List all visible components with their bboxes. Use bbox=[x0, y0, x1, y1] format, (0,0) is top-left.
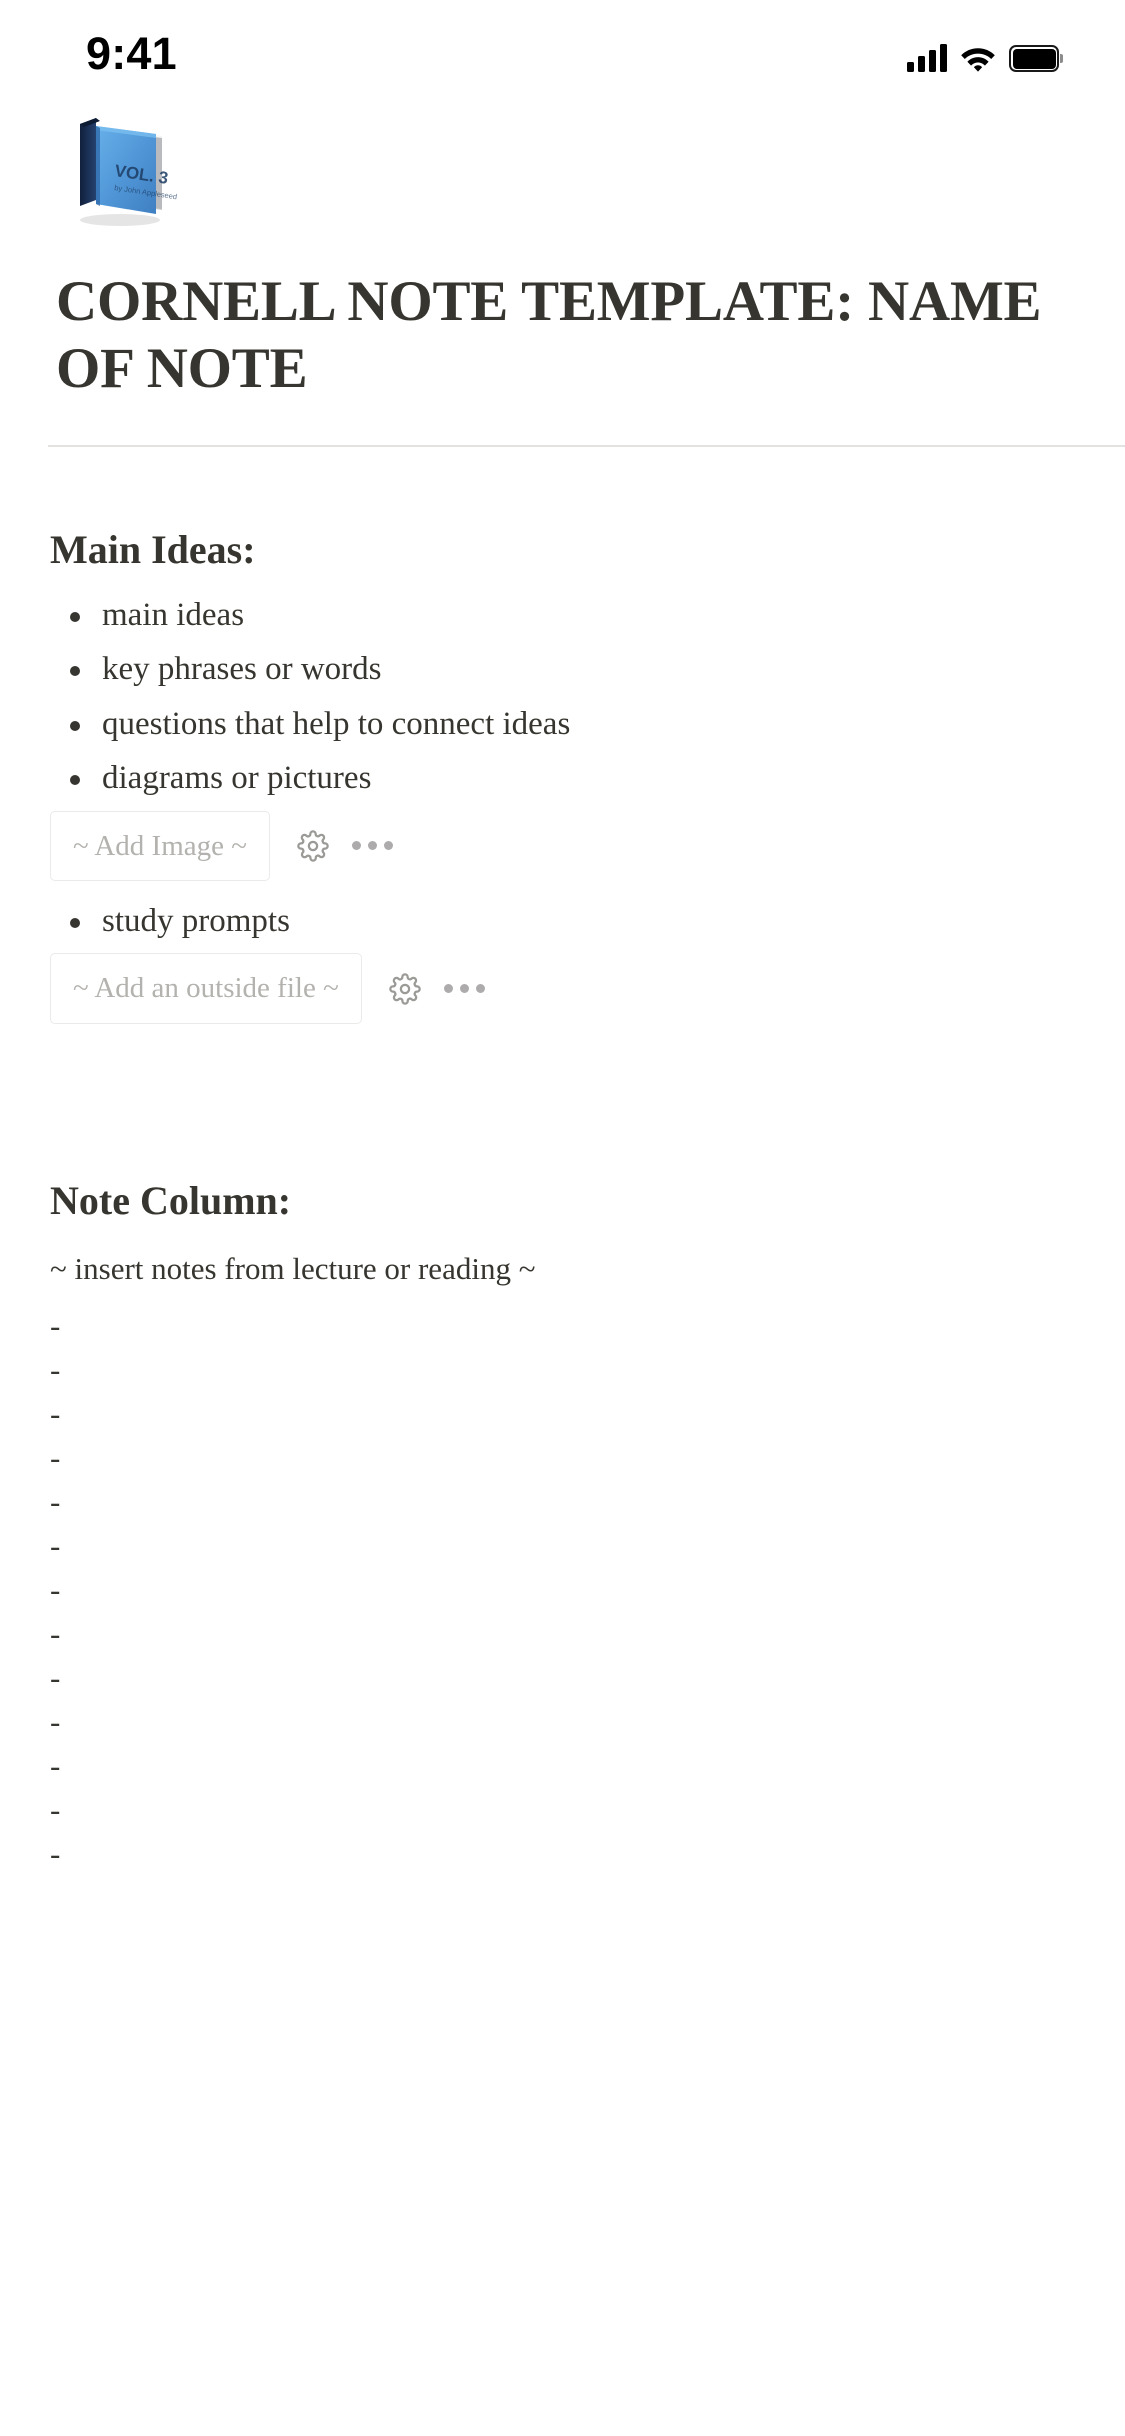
note-line[interactable]: - bbox=[50, 1612, 1125, 1656]
battery-full-icon bbox=[1009, 45, 1063, 72]
list-item[interactable]: key phrases or words bbox=[50, 647, 1125, 692]
note-line[interactable]: - bbox=[50, 1700, 1125, 1744]
add-image-embed-row: ~ Add Image ~ bbox=[50, 810, 1125, 881]
note-page: VOL. 3 by John Appleseed CORNELL NOTE TE… bbox=[0, 104, 1125, 1876]
add-outside-file-placeholder[interactable]: ~ Add an outside file ~ bbox=[50, 953, 362, 1024]
note-line[interactable]: - bbox=[50, 1348, 1125, 1392]
list-item[interactable]: diagrams or pictures bbox=[50, 756, 1125, 801]
cellular-signal-icon bbox=[907, 44, 947, 72]
note-line[interactable]: - bbox=[50, 1436, 1125, 1480]
gear-icon[interactable] bbox=[296, 829, 330, 863]
note-line[interactable]: - bbox=[50, 1656, 1125, 1700]
note-line[interactable]: - bbox=[50, 1304, 1125, 1348]
main-ideas-bullet-list-bottom: study prompts bbox=[50, 899, 1125, 944]
status-bar-indicators bbox=[907, 36, 1063, 72]
main-ideas-bullet-list-top: main ideas key phrases or words question… bbox=[50, 593, 1125, 801]
page-title[interactable]: CORNELL NOTE TEMPLATE: NAME OF NOTE bbox=[56, 268, 1056, 403]
note-line[interactable]: - bbox=[50, 1832, 1125, 1876]
note-line[interactable]: - bbox=[50, 1788, 1125, 1832]
list-item[interactable]: study prompts bbox=[50, 899, 1125, 944]
note-line[interactable]: - bbox=[50, 1392, 1125, 1436]
main-ideas-heading[interactable]: Main Ideas: bbox=[50, 525, 1125, 575]
note-column-heading[interactable]: Note Column: bbox=[50, 1176, 1125, 1226]
blue-book-emoji[interactable]: VOL. 3 by John Appleseed bbox=[56, 104, 196, 244]
add-image-placeholder[interactable]: ~ Add Image ~ bbox=[50, 810, 270, 881]
main-ideas-section: Main Ideas: main ideas key phrases or wo… bbox=[50, 525, 1125, 1024]
gear-icon[interactable] bbox=[388, 972, 422, 1006]
title-divider bbox=[48, 444, 1125, 447]
more-options-icon[interactable] bbox=[351, 829, 393, 863]
wifi-icon bbox=[960, 45, 996, 72]
note-line[interactable]: - bbox=[50, 1524, 1125, 1568]
note-line[interactable]: - bbox=[50, 1568, 1125, 1612]
note-column-section: Note Column: ~ insert notes from lecture… bbox=[50, 1176, 1125, 1876]
empty-block-spacer[interactable] bbox=[0, 1024, 1125, 1176]
note-column-caption[interactable]: ~ insert notes from lecture or reading ~ bbox=[50, 1248, 1125, 1290]
status-bar-time: 9:41 bbox=[86, 28, 177, 79]
list-item[interactable]: questions that help to connect ideas bbox=[50, 702, 1125, 747]
note-line[interactable]: - bbox=[50, 1744, 1125, 1788]
note-line[interactable]: - bbox=[50, 1480, 1125, 1524]
add-file-embed-row: ~ Add an outside file ~ bbox=[50, 953, 1125, 1024]
note-column-lines: - - - - - - - - - - - - - bbox=[50, 1304, 1125, 1876]
status-bar: 9:41 bbox=[0, 0, 1125, 104]
list-item[interactable]: main ideas bbox=[50, 593, 1125, 638]
more-options-icon[interactable] bbox=[443, 972, 485, 1006]
